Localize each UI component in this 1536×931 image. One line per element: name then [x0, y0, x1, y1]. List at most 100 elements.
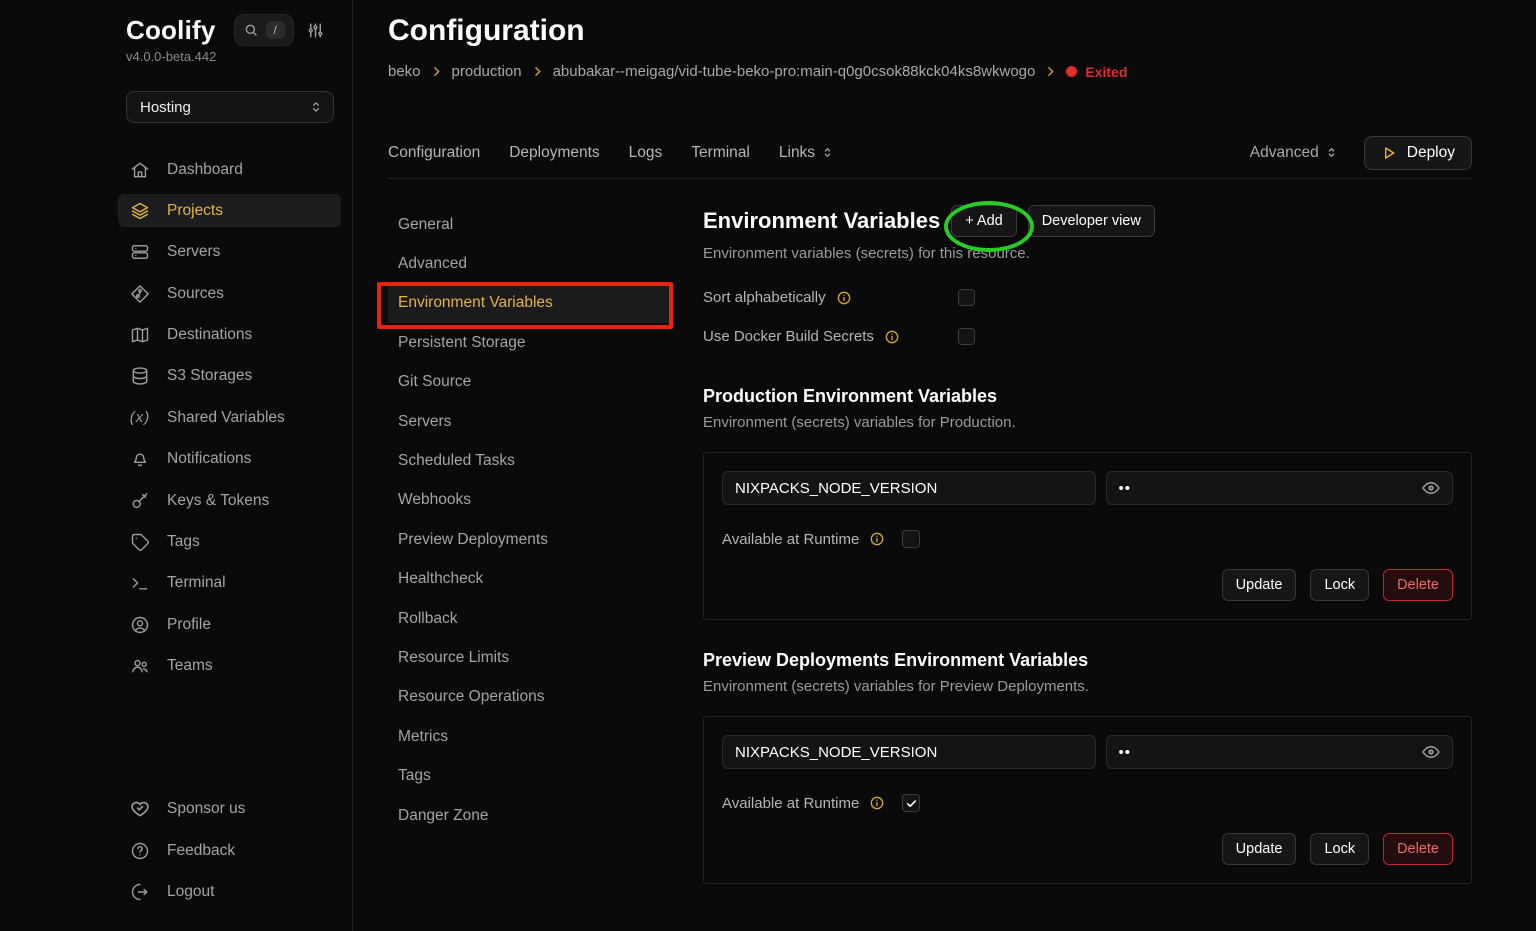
sidebar-item-label: Destinations: [167, 326, 252, 344]
database-icon: [130, 366, 150, 386]
info-icon[interactable]: [836, 290, 852, 306]
sort-alphabetically-checkbox[interactable]: [958, 289, 975, 306]
tab-links-label: Links: [779, 144, 815, 162]
developer-view-button[interactable]: Developer view: [1028, 205, 1155, 237]
tab-logs[interactable]: Logs: [629, 144, 663, 162]
terminal-icon: [130, 573, 150, 593]
option-sort-alphabetically: Sort alphabetically: [703, 278, 1472, 317]
reveal-value-button[interactable]: [1419, 740, 1443, 764]
subnav-scheduled-tasks[interactable]: Scheduled Tasks: [388, 441, 672, 480]
sidebar-item-tags[interactable]: Tags: [118, 526, 341, 559]
env-variables-panel: Environment Variables + Add Developer vi…: [703, 205, 1472, 884]
sidebar-item-dashboard[interactable]: Dashboard: [118, 153, 341, 186]
subnav-resource-limits[interactable]: Resource Limits: [388, 638, 672, 677]
tab-links[interactable]: Links: [779, 144, 834, 162]
info-icon[interactable]: [869, 795, 885, 811]
app-version: v4.0.0-beta.442: [118, 49, 341, 64]
advanced-label: Advanced: [1250, 144, 1319, 162]
sidebar-item-notifications[interactable]: Notifications: [118, 443, 341, 476]
sidebar-item-s3-storages[interactable]: S3 Storages: [118, 360, 341, 393]
sidebar-item-label: Keys & Tokens: [167, 492, 269, 510]
sidebar-item-projects[interactable]: Projects: [118, 194, 341, 227]
sidebar-item-label: Projects: [167, 202, 223, 220]
subnav-persistent-storage[interactable]: Persistent Storage: [388, 323, 672, 362]
subnav-danger-zone[interactable]: Danger Zone: [388, 796, 672, 835]
sidebar-nav: Dashboard Projects Servers Sources Desti…: [118, 153, 341, 691]
update-button[interactable]: Update: [1222, 833, 1297, 865]
heart-icon: [130, 799, 150, 819]
tab-terminal[interactable]: Terminal: [691, 144, 750, 162]
tab-deployments[interactable]: Deployments: [509, 144, 599, 162]
card-actions: Update Lock Delete: [722, 569, 1453, 601]
runtime-label: Available at Runtime: [722, 795, 859, 812]
subnav-metrics[interactable]: Metrics: [388, 717, 672, 756]
advanced-dropdown[interactable]: Advanced: [1250, 144, 1338, 162]
delete-button[interactable]: Delete: [1383, 833, 1453, 865]
subnav-servers[interactable]: Servers: [388, 402, 672, 441]
page-title: Configuration: [388, 14, 1472, 48]
docker-build-secrets-checkbox[interactable]: [958, 328, 975, 345]
update-button[interactable]: Update: [1222, 569, 1297, 601]
settings-sliders-icon[interactable]: [306, 21, 325, 40]
runtime-option-row: Available at Runtime: [722, 794, 1453, 812]
info-icon[interactable]: [884, 329, 900, 345]
info-icon[interactable]: [869, 531, 885, 547]
sidebar-item-teams[interactable]: Teams: [118, 650, 341, 683]
breadcrumb-team[interactable]: beko: [388, 63, 421, 80]
sidebar-item-destinations[interactable]: Destinations: [118, 319, 341, 352]
team-select[interactable]: Hosting: [126, 91, 334, 123]
sidebar-item-logout[interactable]: Logout: [118, 876, 341, 909]
variable-value-input[interactable]: [1106, 471, 1454, 505]
env-variable-card-preview: Available at Runtime Update Lock Delete: [703, 716, 1472, 884]
help-circle-icon: [130, 841, 150, 861]
subnav-environment-variables[interactable]: Environment Variables: [388, 284, 672, 323]
subnav-resource-operations[interactable]: Resource Operations: [388, 678, 672, 717]
check-icon: [905, 797, 918, 810]
sidebar-item-profile[interactable]: Profile: [118, 608, 341, 641]
sidebar-item-servers[interactable]: Servers: [118, 236, 341, 269]
subnav-healthcheck[interactable]: Healthcheck: [388, 560, 672, 599]
sidebar-item-shared-variables[interactable]: (x) Shared Variables: [118, 401, 341, 434]
env-options: Sort alphabetically Use Docker Build Sec…: [703, 278, 1472, 356]
subnav-general[interactable]: General: [388, 205, 672, 244]
sidebar-item-sources[interactable]: Sources: [118, 277, 341, 310]
breadcrumb-resource[interactable]: abubakar--meigag/vid-tube-beko-pro:main-…: [553, 63, 1036, 80]
add-env-variable-button[interactable]: + Add: [951, 205, 1017, 237]
eye-icon: [1421, 742, 1441, 762]
variable-icon: (x): [129, 409, 151, 426]
subnav-rollback[interactable]: Rollback: [388, 599, 672, 638]
search-button[interactable]: /: [234, 14, 294, 46]
reveal-value-button[interactable]: [1419, 476, 1443, 500]
main-content: Configuration beko production abubakar--…: [353, 0, 1536, 931]
lock-button[interactable]: Lock: [1310, 833, 1369, 865]
breadcrumb-environment[interactable]: production: [452, 63, 522, 80]
status-dot-icon: [1066, 66, 1077, 77]
variable-name-input[interactable]: [722, 735, 1096, 769]
chevron-up-down-icon: [309, 100, 323, 114]
subnav-advanced[interactable]: Advanced: [388, 244, 672, 283]
available-at-runtime-checkbox[interactable]: [902, 530, 920, 548]
tab-configuration[interactable]: Configuration: [388, 144, 480, 162]
lock-button[interactable]: Lock: [1310, 569, 1369, 601]
sidebar-item-feedback[interactable]: Feedback: [118, 834, 341, 867]
variable-name-input[interactable]: [722, 471, 1096, 505]
sidebar-item-label: Notifications: [167, 450, 251, 468]
subnav-tags[interactable]: Tags: [388, 756, 672, 795]
production-section-description: Environment (secrets) variables for Prod…: [703, 414, 1472, 431]
available-at-runtime-checkbox[interactable]: [902, 794, 920, 812]
subnav-webhooks[interactable]: Webhooks: [388, 481, 672, 520]
runtime-option-row: Available at Runtime: [722, 530, 1453, 548]
env-variables-description: Environment variables (secrets) for this…: [703, 245, 1472, 262]
sidebar-item-terminal[interactable]: Terminal: [118, 567, 341, 600]
sidebar: Coolify / v4.0.0-beta.442 Hosting Dashbo…: [0, 0, 353, 931]
subnav-git-source[interactable]: Git Source: [388, 363, 672, 402]
subnav-preview-deployments[interactable]: Preview Deployments: [388, 520, 672, 559]
chevron-up-down-icon: [1325, 146, 1338, 159]
option-label: Sort alphabetically: [703, 289, 826, 306]
deploy-button[interactable]: Deploy: [1364, 136, 1472, 170]
variable-value-input[interactable]: [1106, 735, 1454, 769]
sidebar-item-sponsor-us[interactable]: Sponsor us: [118, 793, 341, 826]
status-badge: Exited: [1066, 64, 1127, 80]
delete-button[interactable]: Delete: [1383, 569, 1453, 601]
sidebar-item-keys-tokens[interactable]: Keys & Tokens: [118, 484, 341, 517]
